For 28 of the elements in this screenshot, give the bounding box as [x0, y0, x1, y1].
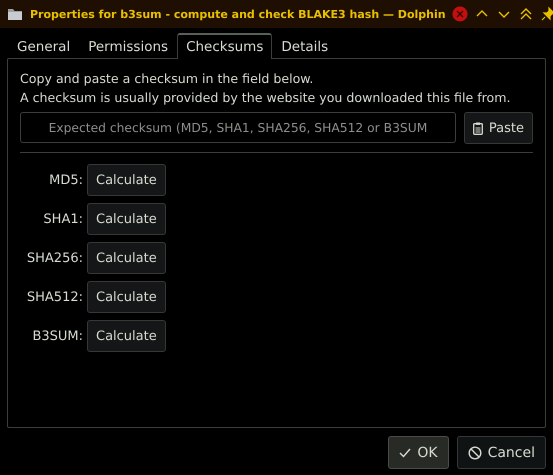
- calculate-button[interactable]: Calculate: [87, 242, 166, 274]
- ok-button[interactable]: OK: [388, 436, 449, 469]
- calculate-button[interactable]: Calculate: [87, 320, 166, 352]
- calculate-button[interactable]: Calculate: [87, 203, 166, 235]
- algorithm-label: SHA512:: [26, 290, 83, 304]
- close-icon[interactable]: [452, 6, 468, 22]
- double-chevron-up-icon[interactable]: [518, 6, 534, 22]
- folder-icon: [6, 6, 24, 22]
- paste-button[interactable]: Paste: [464, 112, 533, 144]
- algorithm-label: B3SUM:: [31, 328, 83, 344]
- tab[interactable]: Details: [272, 33, 338, 59]
- cancel-button[interactable]: Cancel: [456, 436, 546, 469]
- clipboard-icon: [472, 122, 483, 134]
- pin-icon[interactable]: [540, 6, 553, 22]
- cancel-icon: [468, 446, 482, 460]
- algorithm-label: SHA256:: [26, 250, 83, 266]
- tab[interactable]: Permissions: [79, 33, 178, 59]
- checksum-field[interactable]: Expected checksum (MD5, SHA1, SHA256, SHA512 or B3SUM: [20, 112, 456, 143]
- window-title: Properties for b3sum - compute and check BLAKE3 hash — Dolphin: [30, 8, 446, 20]
- tab[interactable]: Checksums: [177, 33, 272, 59]
- tab[interactable]: General: [8, 33, 80, 59]
- calculate-button[interactable]: Calculate: [87, 281, 166, 313]
- description-text: Copy and paste a checksum in the field below.: [20, 70, 314, 88]
- algorithm-label: MD5:: [48, 172, 83, 188]
- calculate-button[interactable]: Calculate: [87, 164, 166, 196]
- description-text: A checksum is usually provided by the website you downloaded this file from.: [20, 89, 512, 107]
- algorithm-label: SHA1:: [42, 212, 83, 226]
- check-icon: [399, 448, 412, 458]
